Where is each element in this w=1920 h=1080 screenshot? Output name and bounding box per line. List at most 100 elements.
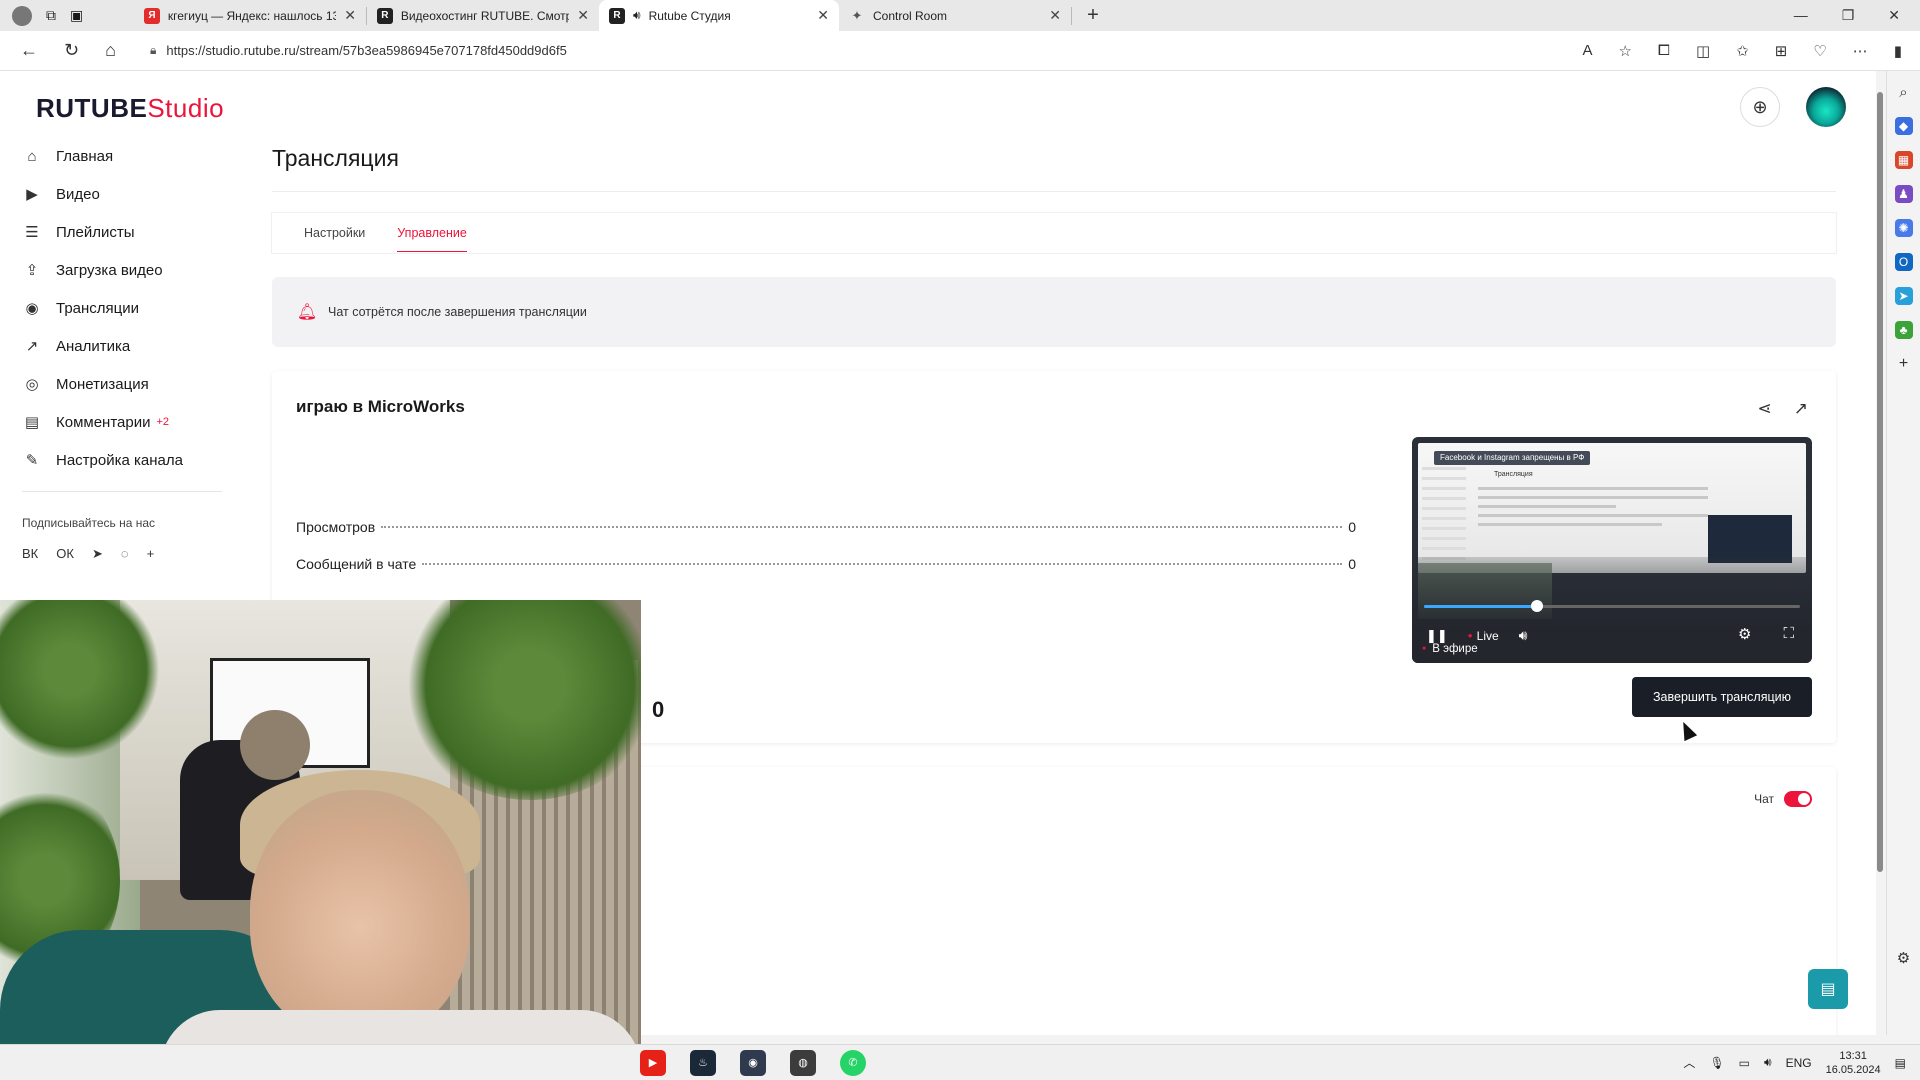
reload-icon[interactable]: ↻: [64, 40, 79, 61]
sidebar-item-channel-settings[interactable]: ✎ Настройка канала: [22, 441, 222, 479]
close-tab-icon[interactable]: ✕: [577, 7, 589, 24]
live-indicator[interactable]: Live: [1468, 629, 1499, 643]
extensions-icon[interactable]: ⧠: [1658, 42, 1670, 60]
shopping-tag-icon[interactable]: ◆: [1894, 117, 1913, 135]
vk-icon[interactable]: ВК: [22, 546, 38, 562]
sidebar-item-label: Плейлисты: [56, 223, 135, 241]
restore-icon[interactable]: ❐: [1842, 7, 1855, 24]
obs-icon[interactable]: ◉: [740, 1049, 766, 1076]
rutube-favicon-icon: R: [377, 7, 393, 24]
player-settings-icon[interactable]: ⚙: [1738, 625, 1751, 643]
player-progress[interactable]: [1424, 600, 1800, 612]
streaming-app-icon[interactable]: ◍: [790, 1049, 816, 1076]
tab-actions-icon[interactable]: ▣: [70, 7, 83, 24]
scrollbar-thumb[interactable]: [1877, 92, 1883, 872]
volume-tray-icon[interactable]: 🔊︎: [1764, 1055, 1772, 1070]
sidebar-item-home[interactable]: ⌂ Главная: [22, 137, 222, 175]
more-menu-icon[interactable]: ⋯: [1853, 42, 1868, 60]
sidebar-item-broadcasts[interactable]: ◉ Трансляции: [22, 289, 222, 327]
url-field[interactable]: 🔒︎ https://studio.rutube.ru/stream/57b3e…: [150, 36, 1450, 66]
upload-icon: ⇪: [25, 262, 39, 279]
social-links: ВК ОК ➤ ◌ +: [22, 546, 222, 562]
telegram-edge-icon[interactable]: ➤: [1894, 287, 1913, 305]
favorite-star-icon[interactable]: ☆: [1618, 42, 1631, 60]
browser-tab-2[interactable]: R 🔊︎ Rutube Студия ✕: [599, 0, 839, 31]
sidebar: ⌂ Главная ▶ Видео ☰ Плейлисты ⇪ Загрузка вид…: [22, 137, 222, 562]
search-icon[interactable]: ⌕: [1895, 83, 1913, 101]
profile-icon[interactable]: [12, 5, 32, 26]
close-tab-icon[interactable]: ✕: [817, 7, 829, 24]
pause-icon[interactable]: ❚❚: [1426, 628, 1448, 644]
browser-tab-3[interactable]: ✦ Control Room ✕: [839, 0, 1071, 31]
chat-toggle-group: Чат: [1754, 791, 1812, 807]
home-browser-icon[interactable]: ⌂: [105, 40, 116, 61]
share-icon[interactable]: ⋖: [1758, 399, 1772, 419]
copilot-icon[interactable]: ✺: [1894, 219, 1913, 237]
sidebar-item-analytics[interactable]: ↗ Аналитика: [22, 327, 222, 365]
sidebar-item-upload[interactable]: ⇪ Загрузка видео: [22, 251, 222, 289]
support-chat-button[interactable]: ▤: [1808, 969, 1848, 1009]
wand-icon: ✎: [25, 452, 39, 469]
favorites-icon[interactable]: ✩: [1736, 42, 1749, 60]
tree-icon[interactable]: ♣: [1894, 321, 1913, 339]
address-bar: ← ↻ ⌂ 🔒︎ https://studio.rutube.ru/stream…: [0, 31, 1920, 71]
split-screen-icon[interactable]: ◫: [1696, 42, 1710, 60]
outlook-icon[interactable]: O: [1894, 253, 1913, 271]
telegram-icon[interactable]: ➤: [92, 546, 103, 562]
close-tab-icon[interactable]: ✕: [1049, 7, 1061, 24]
page-scrollbar[interactable]: [1876, 78, 1884, 1020]
back-icon[interactable]: ←: [20, 40, 38, 61]
sidebar-item-comments[interactable]: ▤ Комментарии +2: [22, 403, 222, 441]
minimize-icon[interactable]: —: [1794, 7, 1808, 24]
sidebar-item-label: Комментарии: [56, 413, 151, 431]
new-tab-button[interactable]: +: [1078, 4, 1108, 27]
fullscreen-icon[interactable]: ⛶: [1783, 625, 1794, 643]
performance-icon[interactable]: ♡: [1813, 42, 1826, 60]
microphone-icon[interactable]: 🎙︎: [1709, 1056, 1724, 1070]
avatar[interactable]: [1806, 87, 1846, 127]
open-external-icon[interactable]: ↗: [1794, 399, 1808, 419]
stream-preview-player[interactable]: Facebook и Instagram запрещены в РФ Тран…: [1412, 437, 1812, 663]
network-icon[interactable]: ▭: [1739, 1056, 1750, 1070]
sidebar-toggle-icon[interactable]: ▮: [1894, 42, 1902, 60]
collections-icon[interactable]: ⊞: [1775, 42, 1788, 60]
create-button[interactable]: ⊕: [1740, 87, 1780, 127]
workspaces-icon[interactable]: ⧉: [46, 7, 56, 24]
speaker-icon[interactable]: 🔊︎: [633, 8, 641, 23]
steam-icon[interactable]: ♨: [690, 1049, 716, 1076]
sidebar-item-monetization[interactable]: ◎ Монетизация: [22, 365, 222, 403]
close-window-icon[interactable]: ✕: [1888, 7, 1900, 24]
add-sidebar-icon[interactable]: +: [1895, 355, 1913, 373]
volume-icon[interactable]: 🔊︎: [1519, 627, 1528, 644]
tray-chevron-icon[interactable]: ︿: [1683, 1054, 1695, 1071]
toolbox-icon[interactable]: ▦: [1894, 151, 1913, 169]
clock[interactable]: 13:31 16.05.2024: [1826, 1049, 1881, 1077]
games-icon[interactable]: ♟: [1894, 185, 1913, 203]
end-stream-button[interactable]: Завершить трансляцию: [1632, 677, 1812, 717]
taskbar-apps: ▶ ♨ ◉ ◍ ✆: [640, 1049, 866, 1076]
youtube-icon[interactable]: ▶: [640, 1049, 666, 1076]
more-socials-icon[interactable]: +: [147, 546, 155, 562]
browser-tab-title: Control Room: [873, 8, 948, 23]
tab-settings[interactable]: Настройки: [304, 226, 365, 240]
close-tab-icon[interactable]: ✕: [344, 7, 356, 24]
lock-icon[interactable]: 🔒︎: [150, 43, 156, 58]
browser-tab-0[interactable]: Я кгегиуц — Яндекс: нашлось 13… ✕: [134, 0, 366, 31]
whatsapp-icon[interactable]: ✆: [840, 1049, 866, 1076]
browser-tab-1[interactable]: R Видеохостинг RUTUBE. Смотри… ✕: [367, 0, 599, 31]
viber-icon[interactable]: ◌: [121, 546, 129, 562]
sidebar-item-playlists[interactable]: ☰ Плейлисты: [22, 213, 222, 251]
rutube-studio-logo[interactable]: RUTUBEStudio: [36, 93, 224, 124]
player-progress-knob[interactable]: [1530, 600, 1543, 612]
sidebar-item-video[interactable]: ▶ Видео: [22, 175, 222, 213]
sidebar-settings-icon[interactable]: ⚙: [1895, 949, 1913, 967]
notifications-icon[interactable]: ▤: [1895, 1056, 1906, 1070]
bell-icon: 🔔︎: [296, 304, 318, 321]
chat-toggle[interactable]: [1784, 791, 1812, 807]
read-aloud-icon[interactable]: A: [1582, 42, 1592, 60]
language-indicator[interactable]: ENG: [1786, 1056, 1812, 1070]
preview-rows: [1478, 487, 1708, 532]
tab-management[interactable]: Управление: [397, 226, 467, 252]
money-icon: ◎: [25, 376, 39, 393]
odnoklassniki-icon[interactable]: ОК: [56, 546, 74, 562]
